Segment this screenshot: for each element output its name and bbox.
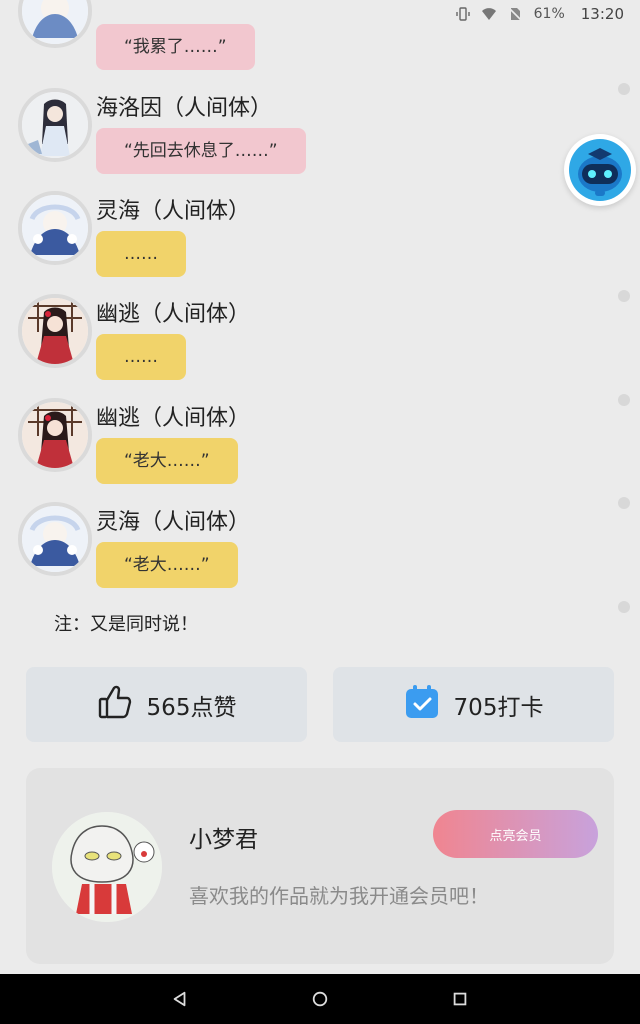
scroll-dot — [618, 83, 630, 95]
like-button[interactable]: 565点赞 — [26, 667, 307, 742]
system-nav-bar — [0, 974, 640, 1024]
thumbs-up-icon — [97, 684, 133, 726]
back-triangle-icon — [173, 991, 186, 1007]
chat-message: 灵海（人间体） “老大……” — [18, 502, 578, 602]
speaker-name: 海洛因（人间体） — [96, 96, 273, 121]
snow-girl-avatar[interactable] — [18, 502, 92, 576]
checkin-count-label: 705打卡 — [453, 694, 544, 721]
snow-girl-avatar[interactable] — [18, 191, 92, 265]
calendar-check-icon — [404, 684, 440, 726]
chat-message: 灵海（人间体） …… — [18, 191, 578, 291]
chat-message: 海洛因（人间体） “先回去休息了……” — [18, 88, 578, 188]
speaker-name: 幽逃（人间体） — [96, 302, 251, 327]
scroll-dot — [618, 497, 630, 509]
home-button[interactable] — [310, 989, 330, 1009]
dark-hair-girl-avatar[interactable] — [18, 88, 92, 162]
speaker-name: 幽逃（人间体） — [96, 406, 251, 431]
chat-message: 幽逃（人间体） …… — [18, 294, 578, 394]
red-kimono-girl-avatar[interactable] — [18, 398, 92, 472]
chat-message: “我累了……” — [18, 0, 578, 74]
back-button[interactable] — [170, 989, 190, 1009]
author-avatar[interactable] — [52, 812, 162, 922]
message-bubble[interactable]: …… — [96, 334, 186, 380]
home-circle-icon — [312, 991, 328, 1007]
robot-assistant-button[interactable] — [564, 134, 636, 206]
author-name: 小梦君 — [189, 827, 258, 853]
checkin-button[interactable]: 705打卡 — [333, 667, 614, 742]
red-kimono-girl-avatar[interactable] — [18, 294, 92, 368]
author-note: 注：又是同时说！ — [54, 614, 198, 635]
speaker-name: 灵海（人间体） — [96, 510, 251, 535]
message-bubble[interactable]: …… — [96, 231, 186, 277]
message-bubble[interactable]: “我累了……” — [96, 24, 255, 70]
clock: 13:20 — [580, 5, 624, 23]
recents-square-icon — [453, 992, 467, 1006]
membership-prompt: 喜欢我的作品就为我开通会员吧！ — [189, 884, 489, 908]
snow-girl-avatar[interactable] — [18, 0, 92, 48]
membership-card: 小梦君 喜欢我的作品就为我开通会员吧！ 点亮会员 — [26, 768, 614, 964]
scroll-dot — [618, 290, 630, 302]
robot-icon — [569, 139, 631, 201]
recents-button[interactable] — [450, 989, 470, 1009]
chat-message: 幽逃（人间体） “老大……” — [18, 398, 578, 498]
speaker-name: 灵海（人间体） — [96, 199, 251, 224]
scroll-dot — [618, 601, 630, 613]
like-count-label: 565点赞 — [146, 694, 237, 721]
activate-membership-button[interactable]: 点亮会员 — [433, 810, 598, 858]
message-bubble[interactable]: “老大……” — [96, 438, 238, 484]
scroll-dot — [618, 394, 630, 406]
message-bubble[interactable]: “先回去休息了……” — [96, 128, 306, 174]
message-bubble[interactable]: “老大……” — [96, 542, 238, 588]
